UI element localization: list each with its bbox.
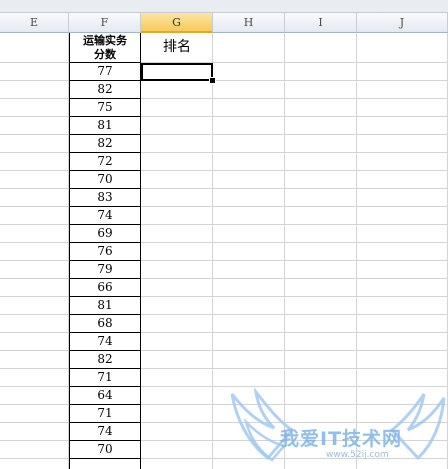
column-header-g[interactable]: G [141,13,213,33]
sheet-top-strip [0,0,448,13]
horizontal-gridline [0,332,448,333]
selected-cell-g3[interactable] [141,63,213,81]
score-cell[interactable]: 70 [70,441,140,459]
score-cell[interactable]: 74 [70,333,140,351]
horizontal-gridline [0,350,448,351]
horizontal-gridline [0,80,448,81]
horizontal-gridline [0,152,448,153]
watermark: 我爱IT技术网 www.52ij.com [228,388,448,469]
horizontal-gridline [0,278,448,279]
empty-cell[interactable] [70,459,140,469]
horizontal-gridline [0,296,448,297]
score-cell[interactable]: 82 [70,135,140,153]
column-g-header-cell[interactable]: 排名 [141,33,213,63]
score-cell[interactable]: 76 [70,243,140,261]
horizontal-gridline [0,98,448,99]
score-cell[interactable]: 72 [70,153,140,171]
fill-handle[interactable] [209,77,216,84]
column-f-header-line-2: 分数 [94,48,116,61]
score-cell[interactable]: 82 [70,351,140,369]
column-header-j[interactable]: J [357,13,448,33]
column-f-header-cell[interactable]: 运输实务 分数 [70,33,140,63]
horizontal-gridline [0,116,448,117]
score-cell[interactable]: 71 [70,369,140,387]
horizontal-gridline [0,62,448,63]
score-cell[interactable]: 75 [70,99,140,117]
horizontal-gridline [0,242,448,243]
score-cell[interactable]: 81 [70,297,140,315]
horizontal-gridline [0,368,448,369]
score-cell[interactable]: 68 [70,315,140,333]
score-cell[interactable]: 81 [70,117,140,135]
horizontal-gridline [0,224,448,225]
horizontal-gridline [0,170,448,171]
horizontal-gridline [0,134,448,135]
watermark-text: 我爱IT技术网 [280,428,403,450]
score-cell[interactable]: 79 [70,261,140,279]
score-cell[interactable]: 83 [70,189,140,207]
score-cell[interactable]: 64 [70,387,140,405]
score-cell[interactable]: 66 [70,279,140,297]
column-header-e[interactable]: E [0,13,69,33]
horizontal-gridline [0,260,448,261]
watermark-url: www.52ij.com [326,450,389,460]
score-cell[interactable]: 70 [70,171,140,189]
spreadsheet[interactable]: EFGHIJ 运输实务 分数 77 82 75 81 82 72 70 83 74 69 76 79 6… [0,0,448,469]
horizontal-gridline [0,386,448,387]
score-cell[interactable]: 71 [70,405,140,423]
score-cell[interactable]: 77 [70,63,140,81]
horizontal-gridline [0,188,448,189]
score-cell[interactable]: 74 [70,423,140,441]
column-f-header-line-1: 运输实务 [83,34,127,47]
column-f-data[interactable]: 运输实务 分数 77 82 75 81 82 72 70 83 74 69 76 79 66 81 68 74… [69,33,141,469]
score-cell[interactable]: 74 [70,207,140,225]
column-header-i[interactable]: I [285,13,357,33]
score-cell[interactable]: 82 [70,81,140,99]
horizontal-gridline [0,314,448,315]
column-header-h[interactable]: H [213,13,285,33]
horizontal-gridline [0,206,448,207]
column-header-f[interactable]: F [69,13,141,33]
score-cell[interactable]: 69 [70,225,140,243]
